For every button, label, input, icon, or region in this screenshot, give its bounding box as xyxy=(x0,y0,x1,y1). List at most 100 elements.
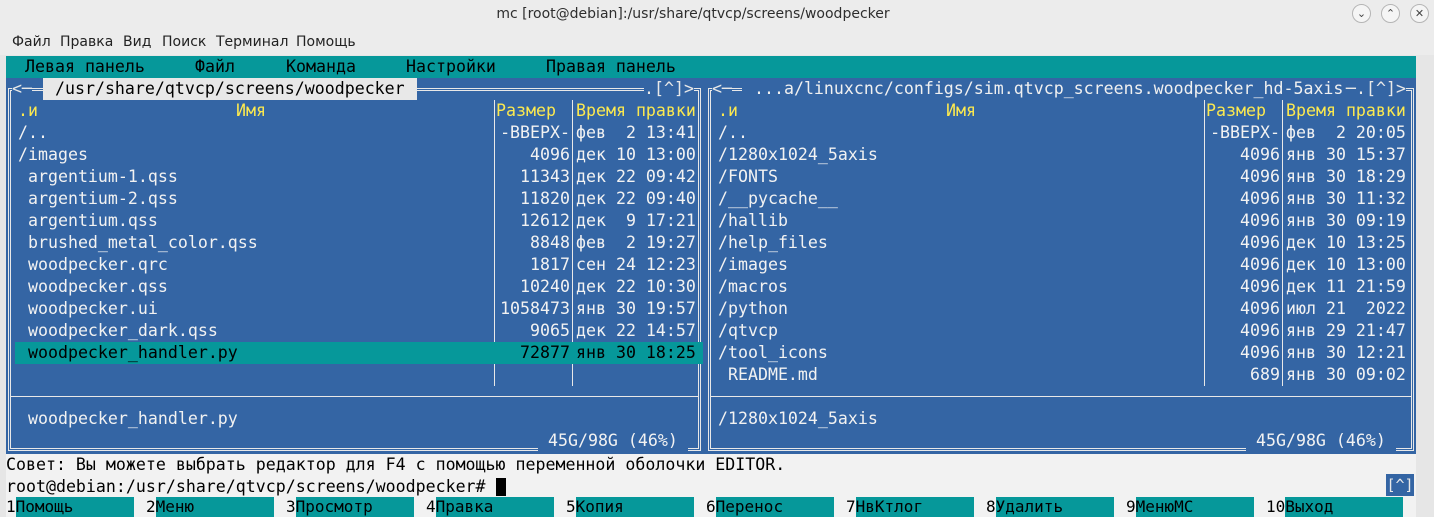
file-size: 1058473 xyxy=(500,299,570,318)
file-size: 4096 xyxy=(1240,145,1280,164)
left-panel-path[interactable]: /usr/share/qtvcp/screens/woodpecker xyxy=(43,78,417,100)
file-modified-time: янв 30 18:29 xyxy=(1286,167,1406,186)
fkey-1[interactable]: 1Помощь xyxy=(6,497,134,517)
file-name: /1280x1024_5axis xyxy=(718,145,878,164)
hint-text: Совет: Вы можете выбрать редактор для F4… xyxy=(6,455,786,474)
fkey-number: 3 xyxy=(286,497,296,516)
file-modified-time: янв 30 15:37 xyxy=(1286,145,1406,164)
file-size: 4096 xyxy=(1240,189,1280,208)
right-header-size[interactable]: Размер xyxy=(1206,100,1266,122)
command-line[interactable]: root@debian:/usr/share/qtvcp/screens/woo… xyxy=(6,476,1416,497)
fkey-number: 10 xyxy=(1266,497,1286,516)
left-header-size[interactable]: Размер xyxy=(496,100,556,122)
right-status-separator xyxy=(711,396,1411,397)
menu-search[interactable]: Поиск xyxy=(162,34,206,50)
fkey-label: Копия xyxy=(575,497,694,517)
close-icon[interactable]: ✕ xyxy=(1410,4,1429,23)
left-header-time[interactable]: Время правки xyxy=(576,100,696,122)
file-size: 4096 xyxy=(530,145,570,164)
fkey-number: 8 xyxy=(986,497,996,516)
file-size: 72877 xyxy=(520,343,570,362)
fkey-10[interactable]: 10Выход xyxy=(1266,497,1404,517)
fkey-5[interactable]: 5Копия xyxy=(566,497,694,517)
left-mini-status: woodpecker_handler.py xyxy=(18,409,238,428)
mc-menu-left-panel[interactable]: Левая панель xyxy=(25,56,145,78)
right-disk-usage: 45G/98G (46%) xyxy=(1246,430,1396,452)
file-name: /.. xyxy=(18,123,48,142)
maximize-icon[interactable]: ⌃ xyxy=(1381,4,1400,23)
menu-terminal[interactable]: Терминал xyxy=(216,34,288,50)
file-modified-time: дек 22 14:57 xyxy=(576,321,696,340)
fkey-7[interactable]: 7НвКтлог xyxy=(846,497,974,517)
file-modified-time: дек 22 10:30 xyxy=(576,277,696,296)
window-titlebar: mc [root@debian]:/usr/share/qtvcp/screen… xyxy=(0,0,1434,30)
file-modified-time: дек 11 21:59 xyxy=(1286,277,1406,296)
file-size: 4096 xyxy=(1240,299,1280,318)
fkey-9[interactable]: 9МенюМС xyxy=(1126,497,1254,517)
menu-help[interactable]: Помощь xyxy=(296,34,356,50)
file-name: /.. xyxy=(718,123,748,142)
file-modified-time: янв 30 19:57 xyxy=(576,299,696,318)
fkey-label: Выход xyxy=(1285,497,1404,517)
terminal-screen[interactable]: Левая панель Файл Команда Настройки Прав… xyxy=(6,56,1416,517)
file-name: /__pycache__ xyxy=(718,189,838,208)
terminal-menubar: Файл Правка Вид Поиск Терминал Помощь xyxy=(0,30,1434,55)
mc-menu-options[interactable]: Настройки xyxy=(406,56,496,78)
menu-edit[interactable]: Правка xyxy=(60,34,113,50)
function-key-bar: 1Помощь 2Меню 3Просмотр 4Правка 5Копия 6Перен… xyxy=(6,497,1416,517)
left-panel-corner-right[interactable]: .[^]> xyxy=(644,78,694,100)
file-modified-time: янв 30 11:32 xyxy=(1286,189,1406,208)
fkey-number: 4 xyxy=(426,497,436,516)
file-modified-time: дек 9 17:21 xyxy=(576,211,696,230)
file-name: argentium-2.qss xyxy=(18,189,178,208)
menu-view[interactable]: Вид xyxy=(123,34,151,50)
file-name: /hallib xyxy=(718,211,788,230)
fkey-number: 5 xyxy=(566,497,576,516)
subshell-scroll-indicator[interactable]: [^] xyxy=(1386,474,1414,496)
file-modified-time: дек 22 09:42 xyxy=(576,167,696,186)
file-modified-time: янв 30 12:21 xyxy=(1286,343,1406,362)
fkey-8[interactable]: 8Удалить xyxy=(986,497,1114,517)
left-disk-usage: 45G/98G (46%) xyxy=(538,430,688,452)
fkey-4[interactable]: 4Правка xyxy=(426,497,554,517)
file-modified-time: дек 10 13:00 xyxy=(576,145,696,164)
file-modified-time: янв 30 09:02 xyxy=(1286,365,1406,384)
mc-menu-file[interactable]: Файл xyxy=(195,56,235,78)
right-header-sort[interactable]: .и xyxy=(718,100,738,122)
fkey-6[interactable]: 6Перенос xyxy=(706,497,834,517)
left-header-name[interactable]: Имя xyxy=(236,100,266,122)
mc-menu-command[interactable]: Команда xyxy=(286,56,356,78)
fkey-2[interactable]: 2Меню xyxy=(146,497,274,517)
file-name: /help_files xyxy=(718,233,828,252)
shell-prompt[interactable]: root@debian:/usr/share/qtvcp/screens/woo… xyxy=(6,476,496,498)
file-row[interactable]: woodpecker_handler.py 72877 янв 30 18:25 xyxy=(15,342,703,364)
terminal-scrollbar[interactable] xyxy=(1416,56,1434,517)
file-size: 4096 xyxy=(1240,255,1280,274)
file-size: -ВВЕРХ- xyxy=(1210,123,1280,142)
right-panel-corner-right[interactable]: ─.[^]> xyxy=(1346,78,1406,100)
fkey-label: НвКтлог xyxy=(855,497,974,517)
right-header-name[interactable]: Имя xyxy=(946,100,976,122)
file-name: README.md xyxy=(718,365,818,384)
mc-menu-right-panel[interactable]: Правая панель xyxy=(546,56,676,78)
mc-menubar: Левая панель Файл Команда Настройки Прав… xyxy=(6,56,1416,78)
file-size: 689 xyxy=(1250,365,1280,384)
minimize-icon[interactable]: ⌄ xyxy=(1352,4,1371,23)
file-name: woodpecker.qrc xyxy=(18,255,168,274)
file-name: woodpecker.qss xyxy=(18,277,168,296)
file-size: 9065 xyxy=(530,321,570,340)
left-panel-corner-left[interactable]: <─ xyxy=(12,78,32,100)
fkey-label: Меню xyxy=(155,497,274,517)
file-name: /images xyxy=(18,145,88,164)
file-modified-time: фев 2 13:41 xyxy=(576,123,696,142)
right-panel-corner-left[interactable]: <─ xyxy=(712,78,732,100)
fkey-3[interactable]: 3Просмотр xyxy=(286,497,414,517)
fkey-number: 2 xyxy=(146,497,156,516)
right-panel-path[interactable]: ...a/linuxcnc/configs/sim.qtvcp_screens.… xyxy=(742,78,1356,100)
file-size: 4096 xyxy=(1240,277,1280,296)
left-header-sort[interactable]: .и xyxy=(18,100,38,122)
menu-file[interactable]: Файл xyxy=(12,34,51,50)
window-title: mc [root@debian]:/usr/share/qtvcp/screen… xyxy=(496,6,890,22)
file-size: -ВВЕРХ- xyxy=(500,123,570,142)
right-header-time[interactable]: Время правки xyxy=(1286,100,1406,122)
